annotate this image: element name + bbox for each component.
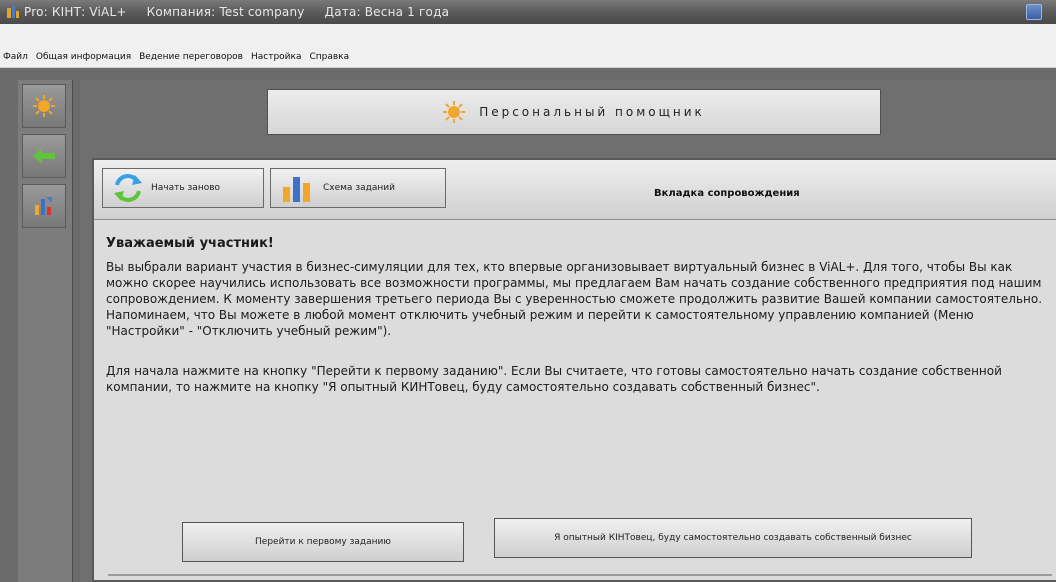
sun-icon bbox=[33, 95, 55, 117]
panel-body: Уважаемый участник! Вы выбрали вариант у… bbox=[106, 236, 1046, 395]
instruction-paragraph: Для начала нажмите на кнопку "Перейти к … bbox=[106, 364, 1002, 394]
refresh-icon bbox=[114, 174, 142, 202]
experienced-user-button[interactable]: Я опытный КІНТовец, буду самостоятельно … bbox=[494, 518, 972, 558]
back-tool-button[interactable] bbox=[22, 134, 66, 178]
window-title-date: Дата: Весна 1 года bbox=[324, 5, 450, 19]
window-control-button[interactable] bbox=[1026, 4, 1042, 20]
chart-icon bbox=[35, 197, 52, 215]
menu-help[interactable]: Справка bbox=[305, 47, 353, 68]
menu-bar: Файл Общая информация Ведение переговоров Н… bbox=[0, 47, 1056, 68]
menu-file[interactable]: Файл bbox=[0, 47, 32, 68]
tab-title: Вкладка сопровождения bbox=[654, 188, 800, 199]
intro-paragraph: Вы выбрали вариант участия в бизнес-симу… bbox=[106, 260, 1043, 338]
chart-tool-button[interactable] bbox=[22, 184, 66, 228]
menu-general-info[interactable]: Общая информация bbox=[32, 47, 135, 68]
title-bar: Pro: КІНТ: ViAL+ Компания: Test company … bbox=[0, 0, 1056, 24]
menu-negotiations[interactable]: Ведение переговоров bbox=[135, 47, 247, 68]
restart-button[interactable]: Начать заново bbox=[102, 168, 264, 208]
personal-assistant-button[interactable]: Персональный помощник bbox=[267, 89, 881, 135]
window-title-company: Компания: Test company bbox=[146, 5, 305, 19]
panel-divider bbox=[108, 574, 1052, 576]
go-to-first-task-label: Перейти к первому заданию bbox=[255, 537, 391, 547]
go-to-first-task-button[interactable]: Перейти к первому заданию bbox=[182, 522, 464, 562]
app-icon bbox=[7, 6, 19, 18]
bar-chart-icon bbox=[283, 177, 310, 202]
restart-label: Начать заново bbox=[151, 183, 221, 193]
left-toolbar bbox=[18, 80, 73, 582]
panel-header: Начать заново Схема заданий Вкладка сопр… bbox=[94, 160, 1056, 220]
greeting-heading: Уважаемый участник! bbox=[106, 236, 274, 251]
menu-settings[interactable]: Настройка bbox=[247, 47, 306, 68]
task-scheme-label: Схема заданий bbox=[323, 183, 395, 193]
task-scheme-button[interactable]: Схема заданий bbox=[270, 168, 446, 208]
sun-icon bbox=[443, 101, 466, 123]
experienced-user-label: Я опытный КІНТовец, буду самостоятельно … bbox=[554, 533, 912, 543]
guidance-panel: Начать заново Схема заданий Вкладка сопр… bbox=[92, 158, 1056, 582]
toolbar-strip bbox=[0, 24, 1056, 47]
personal-assistant-label: Персональный помощник bbox=[479, 105, 705, 119]
back-arrow-icon bbox=[33, 148, 55, 164]
window-title-app: Pro: КІНТ: ViAL+ bbox=[24, 5, 127, 19]
assistant-tool-button[interactable] bbox=[22, 84, 66, 128]
